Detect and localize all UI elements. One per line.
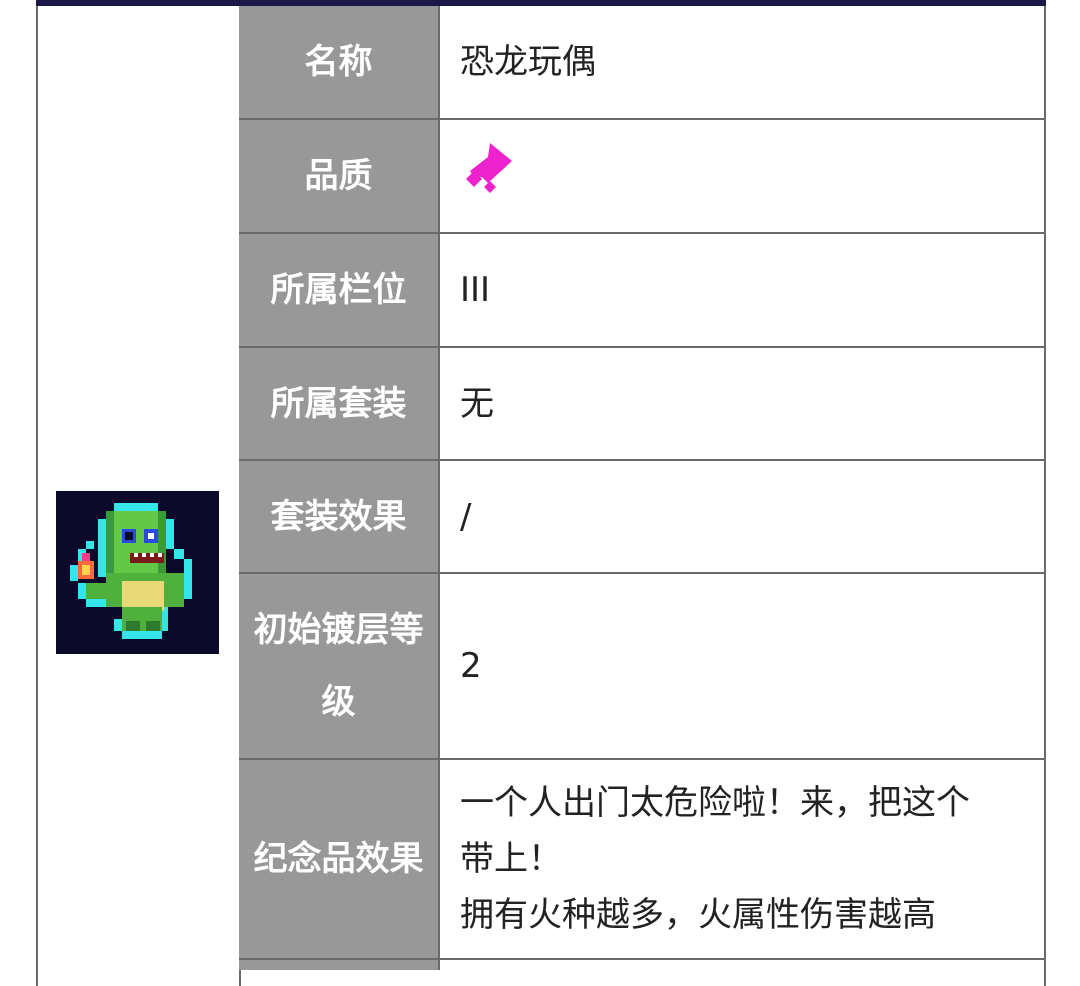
set-effect-value: / bbox=[460, 496, 472, 537]
table-row-initial-plating-level: 初始镀层等级 2 bbox=[239, 574, 1044, 760]
next-row-partial bbox=[239, 960, 1044, 970]
table-row-name: 名称 恐龙玩偶 bbox=[239, 6, 1044, 120]
effect-line: 带上！ bbox=[460, 839, 562, 879]
row-label: 品质 bbox=[239, 120, 440, 232]
row-label: 名称 bbox=[239, 6, 440, 118]
plating-level-value: 2 bbox=[460, 646, 482, 686]
quality-value bbox=[440, 120, 1044, 232]
table-row-set: 所属套装 无 bbox=[239, 348, 1044, 461]
magenta-quality-gem-icon bbox=[460, 141, 514, 212]
row-label: 初始镀层等级 bbox=[239, 574, 440, 758]
set-value: 无 bbox=[460, 383, 494, 424]
row-label: 纪念品效果 bbox=[239, 760, 440, 958]
table-row-quality: 品质 bbox=[239, 120, 1044, 234]
item-name-value: 恐龙玩偶 bbox=[460, 42, 596, 82]
item-image-cell bbox=[38, 6, 241, 986]
row-label: 所属套装 bbox=[239, 348, 440, 459]
slot-value: III bbox=[460, 270, 491, 310]
row-label: 所属栏位 bbox=[239, 234, 440, 346]
dinosaur-plush-icon bbox=[56, 491, 219, 654]
effect-line: 一个人出门太危险啦！来，把这个 bbox=[460, 783, 970, 823]
next-row-label-partial bbox=[239, 960, 440, 970]
effect-line: 拥有火种越多，火属性伤害越高 bbox=[460, 895, 936, 935]
table-row-slot: 所属栏位 III bbox=[239, 234, 1044, 348]
table-row-set-effect: 套装效果 / bbox=[239, 461, 1044, 574]
row-label: 套装效果 bbox=[239, 461, 440, 572]
souvenir-effect-value: 一个人出门太危险啦！来，把这个 带上！ 拥有火种越多，火属性伤害越高 bbox=[440, 760, 1044, 958]
table-row-souvenir-effect: 纪念品效果 一个人出门太危险啦！来，把这个 带上！ 拥有火种越多，火属性伤害越高 bbox=[239, 760, 1044, 960]
